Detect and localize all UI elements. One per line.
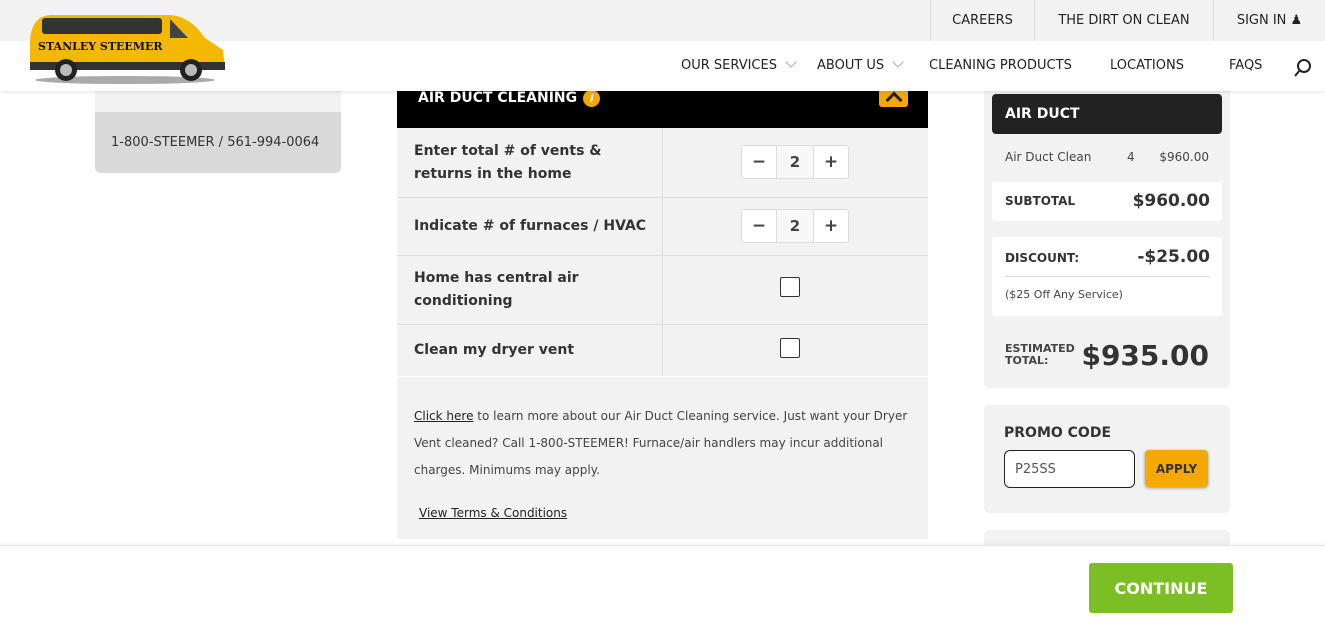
air-duct-cleaning-panel: AIR DUCT CLEANING i Enter total # of vent… <box>397 87 928 539</box>
sign-in-link[interactable]: SIGN IN ♟ <box>1213 0 1325 41</box>
quantity-value[interactable]: 2 <box>776 210 814 242</box>
estimated-total-label: ESTIMATED TOTAL: <box>1005 342 1075 367</box>
subtotal-box: SUBTOTAL $960.00 <box>992 182 1222 221</box>
subtotal-value: $960.00 <box>1132 191 1210 211</box>
stanley-steemer-logo[interactable]: STANLEY STEEMER <box>20 10 230 86</box>
discount-label: DISCOUNT: <box>1005 251 1080 265</box>
sign-in-label: SIGN IN <box>1236 13 1287 28</box>
item-price: $960.00 <box>1159 150 1209 164</box>
search-icon[interactable] <box>1293 58 1313 78</box>
summary-header: AIR DUCT <box>992 94 1222 134</box>
nav-cleaning-products[interactable]: CLEANING PRODUCTS <box>929 58 1072 73</box>
item-qty: 4 <box>1127 150 1135 164</box>
continue-button[interactable]: CONTINUE <box>1089 563 1233 613</box>
option-row-furnaces: Indicate # of furnaces / HVAC − 2 + <box>397 198 928 256</box>
discount-box: DISCOUNT: -$25.00 ($25 Off Any Service) <box>992 237 1222 316</box>
svg-text:STANLEY STEEMER: STANLEY STEEMER <box>38 40 163 53</box>
increment-button[interactable]: + <box>814 210 848 242</box>
dirt-on-clean-link[interactable]: THE DIRT ON CLEAN <box>1034 0 1213 41</box>
footer-bar: CONTINUE <box>0 545 1325 627</box>
info-icon[interactable]: i <box>583 90 601 107</box>
chevron-down-icon <box>785 56 797 68</box>
phone-number: 1-800-STEEMER / 561-994-0064 <box>111 135 320 150</box>
option-label: Enter total # of vents & returns in the … <box>414 143 602 182</box>
option-label: Clean my dryer vent <box>414 342 575 358</box>
nav-label: ABOUT US <box>817 58 885 73</box>
panel-header: AIR DUCT CLEANING i <box>397 87 928 128</box>
furnaces-quantity-stepper: − 2 + <box>741 209 849 243</box>
item-name: Air Duct Clean <box>1005 150 1092 164</box>
nav-faqs[interactable]: FAQS <box>1229 58 1262 73</box>
quantity-value[interactable]: 2 <box>776 146 814 178</box>
note-text: to learn more about our Air Duct Cleanin… <box>414 409 908 477</box>
subtotal-label: SUBTOTAL <box>1005 194 1076 208</box>
promo-code-input[interactable] <box>1004 450 1135 488</box>
promo-code-section: PROMO CODE APPLY <box>984 405 1230 513</box>
user-icon: ♟ <box>1290 13 1303 28</box>
discount-description: ($25 Off Any Service) <box>1005 288 1123 301</box>
option-row-vents: Enter total # of vents & returns in the … <box>397 128 928 198</box>
nav-locations[interactable]: LOCATIONS <box>1110 58 1184 73</box>
nav-label: OUR SERVICES <box>681 58 777 73</box>
promo-code-label: PROMO CODE <box>1004 425 1112 441</box>
estimated-total-value: $935.00 <box>1081 339 1209 372</box>
nav-our-services[interactable]: OUR SERVICES <box>681 56 797 73</box>
option-row-dryer-vent: Clean my dryer vent <box>397 325 928 376</box>
central-air-checkbox[interactable] <box>780 277 800 297</box>
option-label: Indicate # of furnaces / HVAC <box>414 218 647 234</box>
careers-link[interactable]: CAREERS <box>930 0 1034 41</box>
increment-button[interactable]: + <box>814 146 848 178</box>
panel-title: AIR DUCT CLEANING <box>418 90 578 106</box>
order-summary: AIR DUCT Air Duct Clean 4 $960.00 SUBTOT… <box>984 91 1230 388</box>
click-here-link[interactable]: Click here <box>414 409 473 423</box>
terms-link[interactable]: View Terms & Conditions <box>419 506 567 520</box>
vents-quantity-stepper: − 2 + <box>741 145 849 179</box>
apply-button[interactable]: APPLY <box>1145 450 1208 487</box>
dryer-vent-checkbox[interactable] <box>780 338 800 358</box>
decrement-button[interactable]: − <box>742 210 776 242</box>
chevron-down-icon <box>892 56 904 68</box>
decrement-button[interactable]: − <box>742 146 776 178</box>
option-label: Home has central air conditioning <box>414 270 579 309</box>
option-row-central-air: Home has central air conditioning <box>397 256 928 325</box>
discount-value: -$25.00 <box>1137 247 1210 267</box>
nav-about-us[interactable]: ABOUT US <box>817 56 904 73</box>
contact-card: 1-800-STEEMER / 561-994-0064 <box>95 91 341 173</box>
service-note: Click here to learn more about our Air D… <box>414 403 914 484</box>
